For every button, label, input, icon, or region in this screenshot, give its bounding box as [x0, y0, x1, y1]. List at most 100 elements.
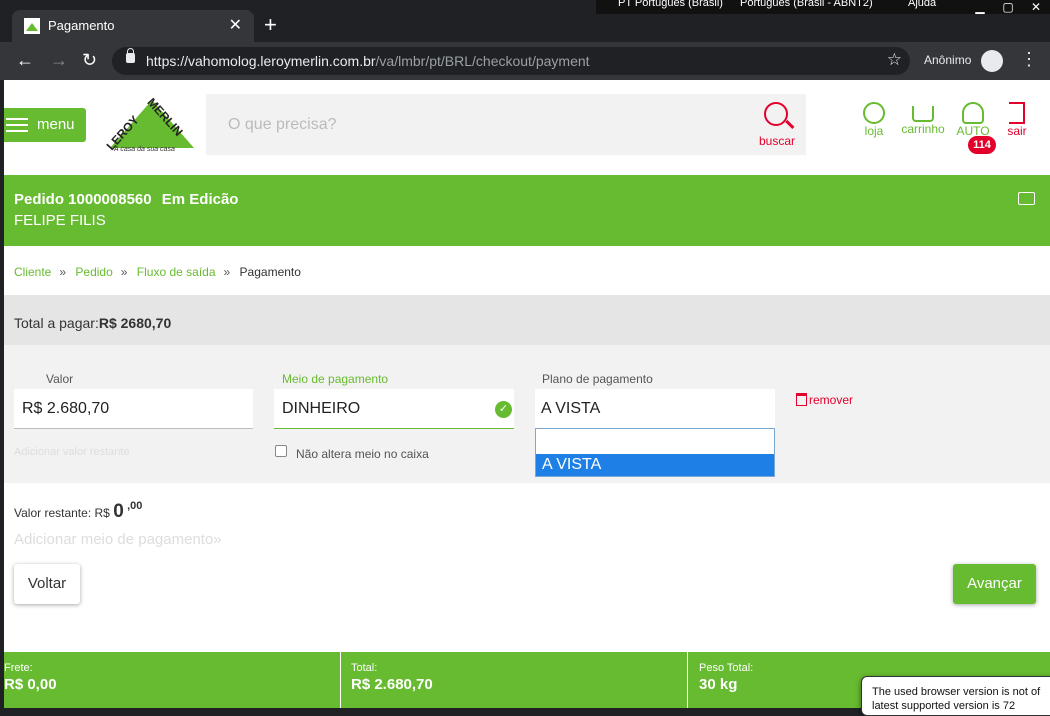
remover-button[interactable]: remover: [796, 393, 853, 407]
breadcrumb-fluxo[interactable]: Fluxo de saída: [137, 265, 216, 279]
user-icon: [962, 102, 984, 124]
minimize-icon[interactable]: ▁: [966, 0, 994, 16]
breadcrumb-pagamento: Pagamento: [239, 265, 301, 279]
logout-icon: [1009, 102, 1025, 124]
nao-altera-label: Não altera meio no caixa: [296, 447, 429, 461]
breadcrumb-separator: »: [120, 265, 128, 279]
dropdown-blank-option[interactable]: [536, 429, 774, 454]
restante-label: Valor restante:: [14, 506, 92, 520]
browser-toolbar: ← → ↻ https://vahomolog.leroymerlin.com.…: [0, 42, 1050, 80]
footer-total-value: R$ 2.680,70: [351, 676, 433, 693]
bookmark-star-icon[interactable]: ☆: [887, 50, 902, 70]
url-text: https://vahomolog.leroymerlin.com.br/va/…: [146, 53, 590, 69]
order-bar: Pedido 1000008560 Em Edicão FELIPE FILIS: [4, 175, 1050, 246]
breadcrumb-separator: »: [223, 265, 231, 279]
breadcrumb-cliente[interactable]: Cliente: [14, 265, 51, 279]
add-payment-link[interactable]: Adicionar meio de pagamento»: [14, 531, 222, 548]
frete-block: Frete: R$ 0,00: [4, 652, 341, 708]
browser-tab[interactable]: Pagamento ✕: [12, 10, 254, 42]
total-bar: Total a pagar:R$ 2680,70: [4, 295, 1050, 345]
meio-pagamento-label: Meio de pagamento: [282, 372, 389, 386]
chat-icon[interactable]: [1018, 192, 1035, 205]
meio-pagamento-value: DINHEIRO: [282, 400, 361, 417]
order-title: Pedido 1000008560 Em Edicão: [14, 191, 244, 208]
breadcrumb-separator: »: [59, 265, 67, 279]
voltar-button[interactable]: Voltar: [14, 564, 80, 604]
lock-icon: [126, 48, 135, 63]
profile-label[interactable]: Anônimo: [924, 53, 971, 67]
total-block: Total: R$ 2.680,70: [342, 652, 688, 708]
dropdown-option-a-vista[interactable]: A VISTA: [536, 454, 774, 476]
site-header: menu LEROY MERLIN A casa da sua casa O q…: [4, 80, 1050, 175]
search-button-label[interactable]: buscar: [759, 134, 795, 148]
user-button[interactable]: AUTO: [956, 102, 990, 138]
plano-pagamento-select[interactable]: A VISTA: [535, 389, 775, 429]
restante-value: 0: [113, 501, 124, 522]
language-indicator[interactable]: PT Português (Brasil): [618, 0, 723, 9]
logout-button[interactable]: sair: [1002, 102, 1032, 138]
incognito-icon[interactable]: [981, 50, 1003, 72]
restante-cents: ,00: [127, 500, 143, 512]
remover-label: remover: [809, 393, 854, 407]
logout-label: sair: [1007, 124, 1027, 138]
address-bar[interactable]: https://vahomolog.leroymerlin.com.br/va/…: [112, 47, 910, 75]
forward-icon[interactable]: →: [50, 50, 68, 71]
nao-altera-checkbox[interactable]: [275, 445, 287, 457]
store-location-icon: [863, 102, 885, 124]
menu-label: menu: [37, 116, 75, 133]
peso-label: Peso Total:: [699, 662, 754, 674]
search-placeholder: O que precisa?: [228, 116, 337, 133]
breadcrumb-pedido[interactable]: Pedido: [75, 265, 112, 279]
order-number: Pedido 1000008560: [14, 191, 152, 208]
window-controls: ▁ ▢ ✕: [966, 0, 1050, 16]
footer-total-label: Total:: [351, 662, 378, 674]
close-tab-icon[interactable]: ✕: [229, 15, 242, 35]
new-tab-icon[interactable]: +: [264, 12, 277, 38]
cart-icon: [912, 106, 934, 122]
peso-value: 30 kg: [699, 676, 738, 693]
meio-pagamento-select[interactable]: DINHEIRO ✓: [274, 389, 514, 429]
store-button[interactable]: loja: [860, 102, 888, 138]
total-text: Total a pagar:R$ 2680,70: [14, 315, 171, 331]
total-label: Total a pagar:: [14, 315, 99, 331]
browser-menu-icon[interactable]: ⋮: [1020, 49, 1038, 70]
search-icon[interactable]: [764, 102, 788, 126]
favicon-icon: [24, 18, 40, 34]
frete-value: R$ 0,00: [4, 676, 57, 693]
store-label: loja: [864, 124, 884, 138]
frete-label: Frete:: [4, 662, 33, 674]
total-value: R$ 2680,70: [98, 315, 172, 331]
plano-pagamento-label: Plano de pagamento: [542, 372, 653, 386]
customer-name: FELIPE FILIS: [14, 212, 106, 229]
tab-title: Pagamento: [48, 18, 115, 33]
payment-form: Valor R$ 2.680,70 Adicionar valor restan…: [4, 345, 1050, 483]
valor-label: Valor: [46, 372, 74, 386]
restante-currency: R$: [94, 506, 110, 520]
search-box[interactable]: O que precisa? buscar: [206, 94, 806, 155]
browser-warning-toast[interactable]: The used browser version is not of lates…: [861, 676, 1050, 716]
plano-dropdown-list[interactable]: A VISTA: [535, 428, 775, 477]
valor-restante: Valor restante: R$ 0 ,00: [14, 500, 142, 523]
menu-button[interactable]: menu: [4, 108, 86, 142]
reload-icon[interactable]: ↻: [82, 50, 97, 71]
close-window-icon[interactable]: ✕: [1022, 0, 1050, 16]
help-link[interactable]: Ajuda: [908, 0, 936, 9]
cart-label: carrinho: [901, 122, 945, 136]
plano-pagamento-value: A VISTA: [541, 400, 601, 417]
trash-icon: [796, 393, 807, 406]
leroy-merlin-logo[interactable]: LEROY MERLIN A casa da sua casa: [104, 90, 196, 158]
hamburger-icon: [6, 118, 28, 132]
avancar-button[interactable]: Avançar: [953, 564, 1036, 604]
valor-value: R$ 2.680,70: [22, 400, 110, 417]
adicionar-restante-link[interactable]: Adicionar valor restante: [14, 446, 130, 458]
cart-button[interactable]: carrinho: [898, 102, 948, 136]
page-content: menu LEROY MERLIN A casa da sua casa O q…: [4, 80, 1050, 708]
keyboard-indicator[interactable]: Português (Brasil - ABNT2): [740, 0, 873, 9]
logo-tagline: A casa da sua casa: [114, 146, 175, 153]
user-badge: 114: [968, 136, 996, 154]
valor-input[interactable]: R$ 2.680,70: [14, 389, 253, 429]
back-icon[interactable]: ←: [16, 50, 34, 71]
check-icon: ✓: [495, 401, 512, 418]
maximize-icon[interactable]: ▢: [994, 0, 1022, 16]
toast-line-1: The used browser version is not of: [872, 686, 1041, 698]
